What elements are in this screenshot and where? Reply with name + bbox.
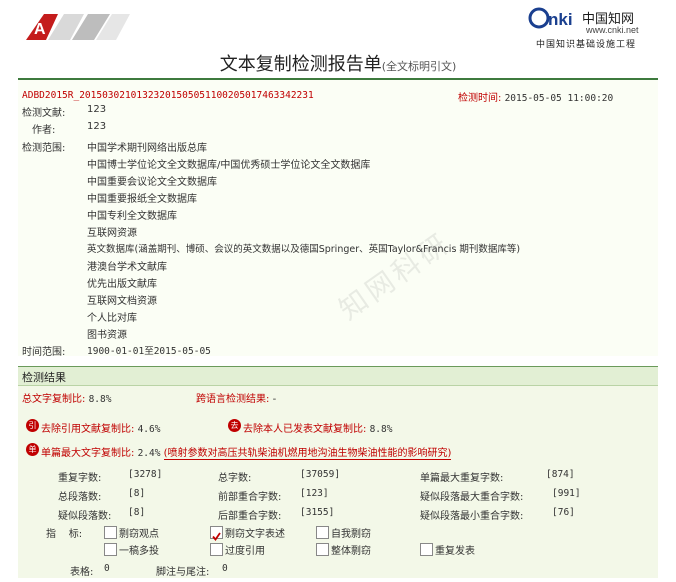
total-label: 总文字复制比: [22, 394, 86, 405]
time-range-label: 时间范围: [22, 347, 66, 358]
single-max: 单篇最大文字复制比: 2.4% (喷射参数对高压共轨柴油机燃用地沟油生物柴油性能… [41, 444, 452, 460]
excl-ref-label: 去除引用文献复制比: [41, 424, 135, 435]
indicator-checkbox[interactable] [104, 543, 117, 556]
indicator-checkbox[interactable] [420, 543, 433, 556]
stat-label: 单篇最大重复字数: [420, 473, 504, 484]
scope-item: 个人比对库 [87, 313, 137, 324]
author-label: 作者: [32, 125, 56, 136]
check-time: 检测时间: 2015-05-05 11:00:20 [458, 89, 613, 104]
cnki-logo: nki 中国知网 www.cnki.net 中国知识基础设施工程 [528, 6, 668, 50]
scope-item: 图书资源 [87, 330, 127, 341]
single-max-label: 单篇最大文字复制比: [41, 448, 135, 459]
scope-item: 中国重要会议论文全文数据库 [87, 177, 217, 188]
stat-value: [3155] [300, 507, 335, 518]
stat-value: [123] [300, 488, 329, 499]
indicator-checkbox[interactable] [316, 526, 329, 539]
indicator-checkbox[interactable] [316, 543, 329, 556]
self-exclude-icon: 去 [228, 419, 241, 432]
scope-item: 互联网资源 [87, 228, 137, 239]
stat-value: [874] [546, 469, 575, 480]
title-sub: (全文标明引文) [381, 60, 457, 73]
single-article-icon: 单 [26, 443, 39, 456]
footnotes-value: 0 [222, 563, 228, 574]
stat-label: 前部重合字数: [218, 492, 282, 503]
stat-value: [991] [552, 488, 581, 499]
footnotes-label: 脚注与尾注: [156, 567, 210, 578]
indicator-checkbox[interactable] [210, 543, 223, 556]
indicator-text: 自我剽窃 [331, 529, 371, 540]
result-header: 检测结果 [18, 366, 658, 386]
stat-label: 疑似段落最大重合字数: [420, 492, 524, 503]
page-title: 文本复制检测报告单(全文标明引文) [0, 50, 676, 76]
stat-label: 疑似段落数: [58, 511, 112, 522]
single-max-value: 2.4% [137, 448, 161, 459]
scope-item: 优先出版文献库 [87, 279, 157, 290]
indicator-checkbox-checked[interactable] [210, 526, 223, 541]
scope-item: 中国博士学位论文全文数据库/中国优秀硕士学位论文全文数据库 [87, 160, 371, 171]
indicator-text: 重复发表 [435, 546, 475, 557]
scope-item: 互联网文档资源 [87, 296, 157, 307]
scope-item: 英文数据库(涵盖期刊、博硕、会议的英文数据以及德国Springer、英国Tayl… [87, 244, 521, 255]
total-ratio: 总文字复制比: 8.8% [22, 390, 111, 405]
total-value: 8.8% [88, 394, 112, 405]
single-max-title-link[interactable]: (喷射参数对高压共轨柴油机燃用地沟油生物柴油性能的影响研究) [163, 448, 452, 460]
scope-item: 中国专利全文数据库 [87, 211, 177, 222]
excl-self: 去除本人已发表文献复制比: 8.8% [243, 420, 392, 435]
svg-text:A: A [34, 21, 46, 38]
time-range-value: 1900-01-01至2015-05-05 [87, 346, 211, 357]
cross-lang: 跨语言检测结果: - [196, 390, 276, 405]
excl-self-label: 去除本人已发表文献复制比: [243, 424, 367, 435]
cnki-subtitle: 中国知识基础设施工程 [536, 40, 637, 50]
doc-id: ADBD2015R_201503021013232015050511002050… [22, 90, 314, 101]
cross-value: - [272, 394, 277, 405]
svg-text:nki: nki [548, 10, 573, 29]
result-title: 检测结果 [22, 371, 66, 384]
stat-value: [8] [128, 507, 146, 518]
indicator-text: 过度引用 [225, 546, 265, 557]
indicator-text: 剽窃文字表述 [225, 529, 285, 540]
indicator-text: 整体剽窃 [331, 546, 371, 557]
cross-label: 跨语言检测结果: [196, 394, 270, 405]
scope-item: 中国学术期刊网络出版总库 [87, 143, 207, 154]
stat-value: [76] [552, 507, 575, 518]
indicator-text: 一稿多投 [119, 546, 159, 557]
stat-value: [3278] [128, 469, 163, 480]
stat-label: 总字数: [218, 473, 252, 484]
excl-ref: 去除引用文献复制比: 4.6% [41, 420, 160, 435]
stat-label: 重复字数: [58, 473, 102, 484]
excl-self-value: 8.8% [369, 424, 393, 435]
amm-logo: A [24, 12, 132, 42]
stat-label: 总段落数: [58, 492, 102, 503]
doc-value: 123 [87, 104, 107, 115]
check-time-label: 检测时间: [458, 93, 502, 104]
scope-label: 检测范围: [22, 143, 66, 154]
indicator-text: 剽窃观点 [119, 529, 159, 540]
doc-label: 检测文献: [22, 108, 66, 119]
title-main: 文本复制检测报告单 [219, 54, 382, 75]
stat-value: [37059] [300, 469, 341, 480]
stat-value: [8] [128, 488, 146, 499]
indicator-label: 指 标: [46, 529, 83, 540]
stat-label: 后部重合字数: [218, 511, 282, 522]
check-time-value: 2015-05-05 11:00:20 [504, 93, 614, 104]
reference-icon: 引 [26, 419, 39, 432]
tables-value: 0 [104, 563, 110, 574]
cnki-url: www.cnki.net [586, 25, 639, 35]
indicator-checkbox[interactable] [104, 526, 117, 539]
scope-item: 港澳台学术文献库 [87, 262, 167, 273]
check-icon [212, 532, 221, 541]
tables-label: 表格: [70, 567, 94, 578]
scope-item: 中国重要报纸全文数据库 [87, 194, 197, 205]
excl-ref-value: 4.6% [137, 424, 161, 435]
stat-label: 疑似段落最小重合字数: [420, 511, 524, 522]
author-value: 123 [87, 121, 107, 132]
